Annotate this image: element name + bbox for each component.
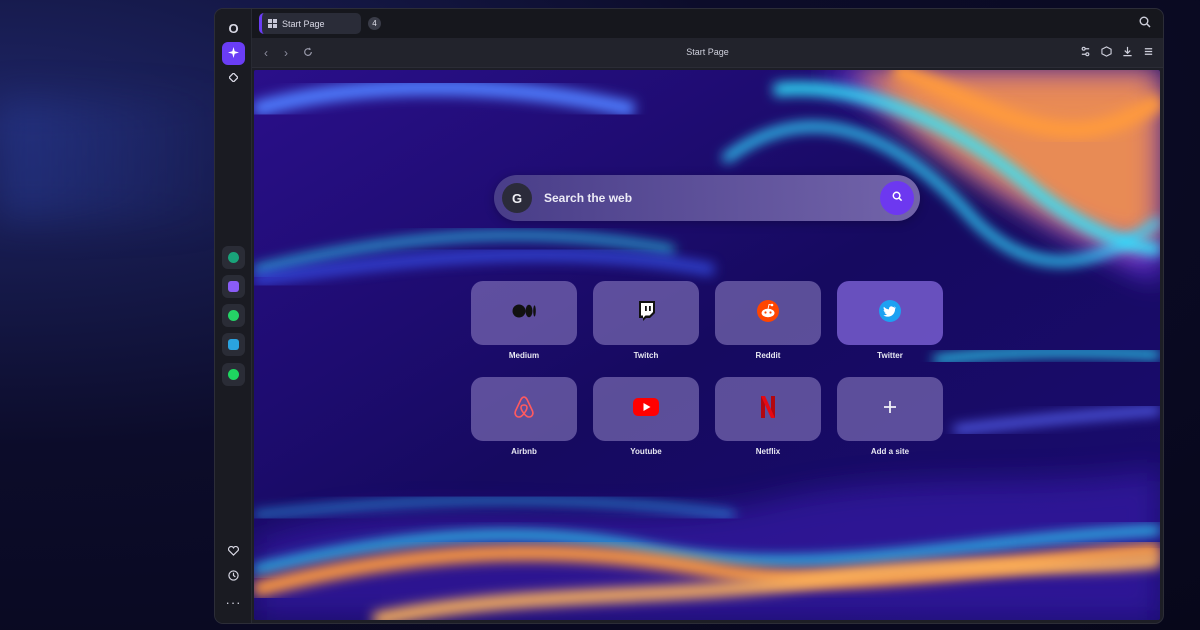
plus-icon bbox=[883, 400, 897, 419]
messenger-icon bbox=[228, 281, 239, 292]
clock-icon bbox=[228, 569, 239, 584]
search-tabs-icon[interactable] bbox=[1139, 15, 1153, 29]
opera-logo-button[interactable]: O bbox=[222, 17, 245, 40]
twitch-icon bbox=[637, 300, 655, 326]
sidebar-more-button[interactable]: ··· bbox=[222, 591, 245, 614]
speed-dial-reddit[interactable] bbox=[715, 281, 821, 345]
speed-dial-youtube[interactable] bbox=[593, 377, 699, 441]
youtube-icon bbox=[633, 397, 659, 421]
speed-dial-twitter[interactable] bbox=[837, 281, 943, 345]
airbnb-icon bbox=[513, 395, 535, 424]
tab-start-page[interactable]: Start Page bbox=[259, 13, 361, 34]
speed-dial-label-youtube: Youtube bbox=[630, 447, 662, 456]
search-bar[interactable]: G Search the web bbox=[494, 175, 920, 221]
sidebar-app-messenger[interactable] bbox=[222, 275, 245, 298]
toolbar: ‹ › Start Page bbox=[252, 38, 1163, 68]
sparkle-icon bbox=[228, 46, 239, 61]
speed-dial-label-reddit: Reddit bbox=[755, 351, 781, 360]
sidebar: O ··· bbox=[215, 9, 252, 623]
sidebar-app-chatgpt[interactable] bbox=[222, 246, 245, 269]
wallpaper bbox=[254, 70, 1160, 620]
speed-dial-label-add-site: Add a site bbox=[870, 447, 910, 456]
start-page: G Search the web Medium Twitch Reddit Tw… bbox=[254, 70, 1160, 620]
tab-bar: Start Page 4 bbox=[252, 9, 1163, 38]
speed-dial-twitch[interactable] bbox=[593, 281, 699, 345]
netflix-icon bbox=[761, 395, 775, 423]
telegram-icon bbox=[228, 339, 239, 350]
heart-icon bbox=[228, 545, 239, 559]
history-button[interactable] bbox=[222, 565, 245, 588]
speed-dial-label-twitter: Twitter bbox=[877, 351, 903, 360]
diamond-button[interactable] bbox=[222, 67, 245, 90]
easy-setup-icon bbox=[1080, 46, 1091, 60]
sidebar-app-spotify[interactable] bbox=[222, 363, 245, 386]
easy-setup-button[interactable] bbox=[1077, 45, 1093, 61]
downloads-button[interactable] bbox=[1119, 45, 1135, 61]
tab-count-badge[interactable]: 4 bbox=[368, 17, 381, 30]
search-input[interactable]: Search the web bbox=[544, 191, 632, 205]
menu-icon bbox=[1143, 46, 1154, 60]
menu-button[interactable] bbox=[1140, 45, 1156, 61]
extensions-button[interactable] bbox=[1098, 45, 1114, 61]
speed-dial-label-airbnb: Airbnb bbox=[511, 447, 537, 456]
reddit-icon bbox=[757, 299, 779, 327]
pinboards-button[interactable] bbox=[222, 541, 245, 564]
search-icon bbox=[892, 189, 903, 207]
twitter-icon bbox=[879, 299, 901, 327]
speed-dial-label-medium: Medium bbox=[508, 351, 540, 360]
speed-dial-medium[interactable] bbox=[471, 281, 577, 345]
download-icon bbox=[1122, 46, 1133, 60]
cube-icon bbox=[1100, 46, 1112, 60]
more-icon: ··· bbox=[225, 595, 242, 610]
diamond-icon bbox=[228, 71, 239, 85]
speed-dial-add-site[interactable] bbox=[837, 377, 943, 441]
desktop-background-glow bbox=[0, 100, 230, 220]
speed-dial-label-twitch: Twitch bbox=[633, 351, 659, 360]
speed-dial-airbnb[interactable] bbox=[471, 377, 577, 441]
speed-dial-label-netflix: Netflix bbox=[755, 447, 781, 456]
spotify-icon bbox=[228, 369, 239, 380]
aria-ai-button[interactable] bbox=[222, 42, 245, 65]
browser-window: O ··· Start Page 4 ‹ › Start Page G Sear… bbox=[215, 9, 1163, 623]
google-icon: G bbox=[502, 183, 532, 213]
search-button[interactable] bbox=[880, 181, 914, 215]
medium-icon bbox=[512, 304, 536, 323]
address-bar[interactable]: Start Page bbox=[252, 47, 1163, 57]
opera-logo-text: O bbox=[228, 21, 239, 36]
tab-label: Start Page bbox=[282, 18, 325, 29]
sidebar-app-telegram[interactable] bbox=[222, 333, 245, 356]
whatsapp-icon bbox=[228, 310, 239, 321]
speed-dial-netflix[interactable] bbox=[715, 377, 821, 441]
sidebar-app-whatsapp[interactable] bbox=[222, 304, 245, 327]
grid-icon bbox=[268, 19, 277, 28]
chatgpt-icon bbox=[228, 252, 239, 263]
